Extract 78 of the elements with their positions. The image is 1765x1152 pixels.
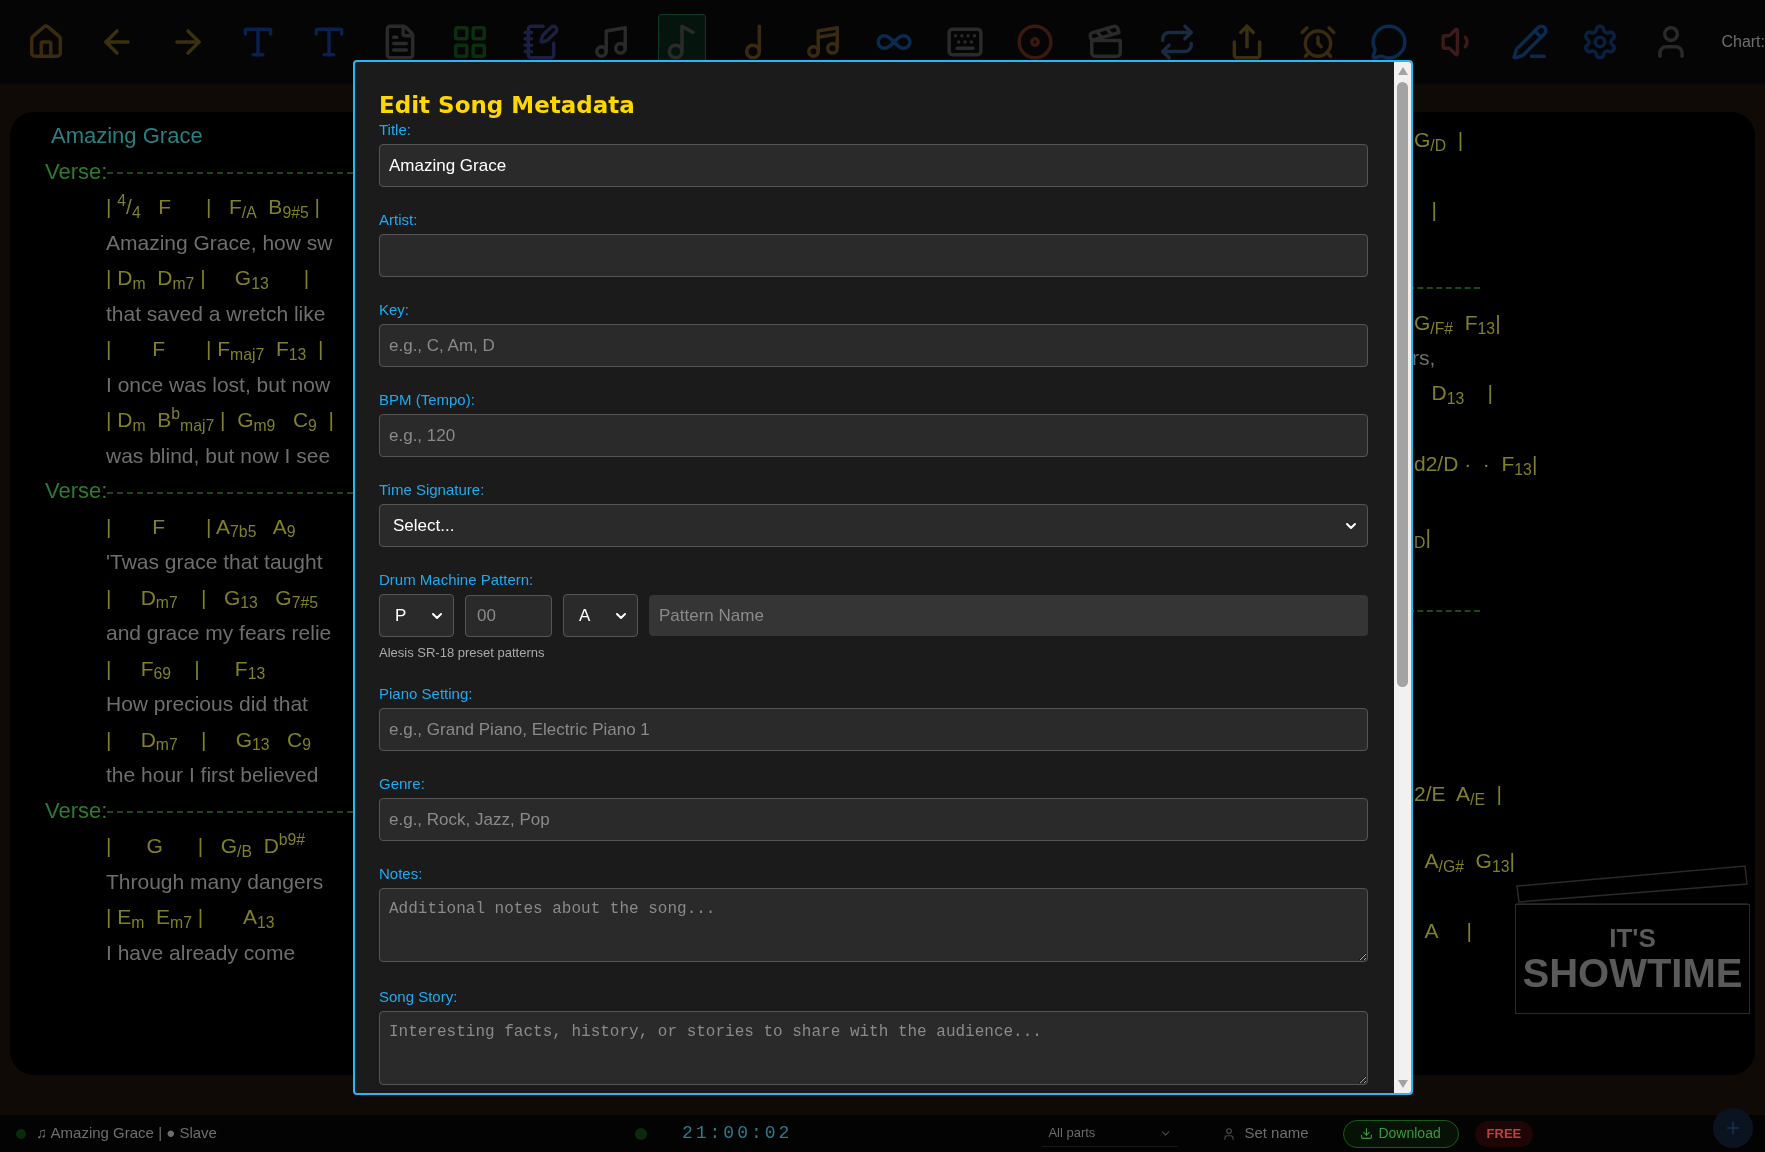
song-title: Amazing Grace xyxy=(51,122,203,151)
lyric-line: rs, xyxy=(1412,344,1436,371)
pattern-name-field[interactable]: Pattern Name xyxy=(649,595,1368,636)
section-label: Verse: xyxy=(45,157,108,186)
chord-line: A | xyxy=(1423,917,1472,944)
arrow-down-icon xyxy=(1397,1080,1408,1088)
hint-text: Alesis SR-18 preset patterns xyxy=(379,645,546,661)
download-button[interactable]: Download xyxy=(1342,1119,1459,1148)
lyric-line: and grace my fears relie xyxy=(106,620,332,646)
field-label: Piano Setting: xyxy=(379,684,474,704)
lyric-line: the hour I first believed xyxy=(106,762,319,788)
chord-line: | D$_{m}$ B$^{b}$$_{maj7}$ | G$_{m9}$ C$_{9}$ | xyxy=(106,404,334,436)
text-field[interactable]: Amazing Grace xyxy=(379,144,1368,187)
chord-line: | F$_{69}$ | F$_{13}$ xyxy=(106,655,266,684)
download-icon xyxy=(1360,1127,1374,1140)
chord-line: | xyxy=(1430,196,1437,223)
chord-line: | D$_{m}$ D$_{m7}$ | G$_{13}$ | xyxy=(106,265,310,294)
disc-icon xyxy=(1016,23,1055,61)
field-label: Time Signature: xyxy=(379,480,486,500)
field-label: Drum Machine Pattern: xyxy=(379,570,535,590)
chord-line: A$_{/G#}$ G$_{13}$| xyxy=(1423,847,1515,877)
lyric-line: How precious did that xyxy=(106,691,308,717)
chord-line: G$_{/F#}$ F$_{13}$| xyxy=(1414,309,1501,339)
chord-line: 2/E A$_{/E}$ | xyxy=(1414,780,1503,810)
clock: 21:00:02 xyxy=(681,1122,793,1145)
text-field[interactable]: e.g., Rock, Jazz, Pop xyxy=(379,798,1368,841)
lyric-line: 'Twas grace that taught xyxy=(106,549,323,575)
bank-select[interactable]: P xyxy=(379,594,454,637)
text-field[interactable]: e.g., 120 xyxy=(379,414,1368,457)
chord-line: D$_{13}$ | xyxy=(1430,379,1493,409)
parts-select[interactable]: All parts xyxy=(1042,1120,1179,1147)
chord-line: d2/D · · F$_{13}$| xyxy=(1414,450,1538,480)
select-field[interactable]: Select... xyxy=(379,504,1368,547)
lyric-line: that saved a wretch like xyxy=(106,300,326,327)
text-area[interactable]: Additional notes about the song... xyxy=(379,888,1368,962)
pattern-number-field[interactable]: 00 xyxy=(465,594,552,637)
text-field[interactable]: e.g., Grand Piano, Electric Piano 1 xyxy=(379,708,1368,751)
plan-badge: FREE xyxy=(1474,1120,1534,1147)
section-label: Verse: xyxy=(45,477,108,506)
scrollbar[interactable] xyxy=(1394,62,1411,1093)
field-label: Notes: xyxy=(379,864,424,884)
chord-line: $_{D}$| xyxy=(1414,523,1431,553)
field-label: Genre: xyxy=(379,774,426,794)
chord-line: | D$_{m7}$ | G$_{13}$ G$_{7#5}$ xyxy=(106,584,318,613)
pencil-icon xyxy=(1510,23,1549,61)
field-label: Key: xyxy=(379,300,410,320)
lyric-line: was blind, but now I see xyxy=(106,442,331,469)
dialog-title: Edit Song Metadata xyxy=(379,91,636,120)
field-label: Song Story: xyxy=(379,987,459,1007)
chord-line: | G | G$_{/B}$ D$^{b9#}$ xyxy=(106,830,306,862)
lyric-line: Amazing Grace, how sw xyxy=(106,229,333,256)
chord-line: G$_{/D}$ | xyxy=(1414,126,1464,156)
chord-line: | E$_{m}$ E$_{m7}$ | A$_{13}$ xyxy=(106,904,275,933)
chord-line: | F | F$_{maj7}$ F$_{13}$ | xyxy=(106,336,324,365)
chart-label: Chart: xyxy=(1721,32,1765,52)
set-name-link[interactable]: Set name xyxy=(1244,1122,1309,1145)
notebook-icon xyxy=(521,23,560,61)
arrow-up-icon xyxy=(1397,67,1408,75)
scrollbar-thumb[interactable] xyxy=(1397,82,1408,687)
field-label: Artist: xyxy=(379,210,419,230)
text-area[interactable]: Interesting facts, history, or stories to share with the audience... xyxy=(379,1011,1368,1085)
text-field[interactable] xyxy=(379,234,1368,277)
variation-select[interactable]: A xyxy=(563,594,638,637)
chord-line: | F | A$_{7b5}$ A$_{9}$ xyxy=(106,513,296,542)
field-label: BPM (Tempo): xyxy=(379,390,476,410)
alarm-clock-icon xyxy=(1298,23,1337,61)
showtime-logo: IT'S SHOWTIME xyxy=(1515,864,1750,1014)
chord-line: | $^{4}$/$_{4}$ F | F$_{/A}$ B$_{9#5}$ | xyxy=(106,191,320,223)
person-icon xyxy=(1222,1126,1237,1141)
field-label: Title: xyxy=(379,120,412,140)
chat-icon xyxy=(1369,23,1408,61)
lyric-line: I have already come xyxy=(106,939,296,966)
song-status: ♫ Amazing Grace | ● Slave xyxy=(36,1123,217,1144)
text-field[interactable]: e.g., C, Am, D xyxy=(379,324,1368,367)
lyric-line: Through many dangers xyxy=(106,868,324,895)
lyric-line: I once was lost, but now xyxy=(106,371,331,398)
chord-line: | D$_{m7}$ | G$_{13}$ C$_{9}$ xyxy=(106,726,311,755)
section-label: Verse: xyxy=(45,796,108,825)
